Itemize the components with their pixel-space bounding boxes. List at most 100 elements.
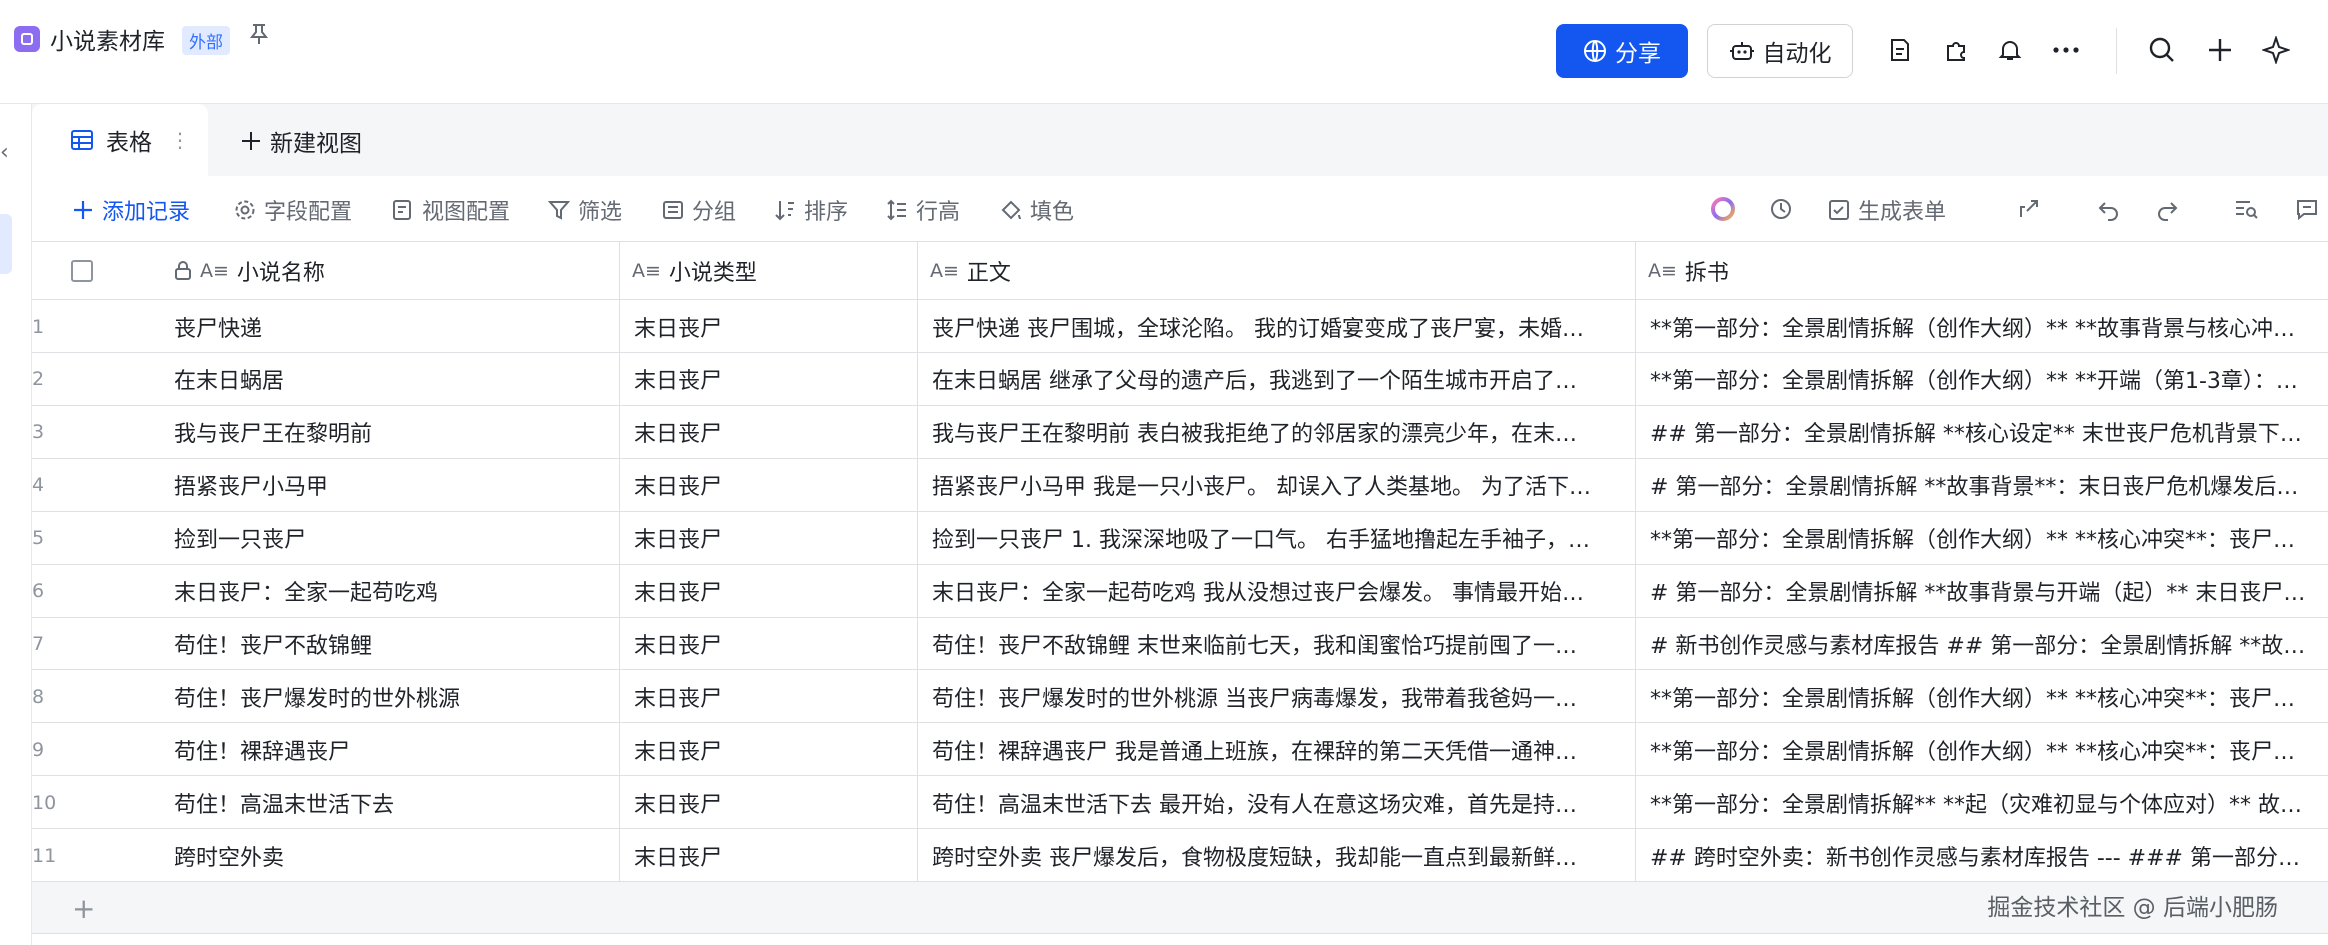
cell-body-text[interactable]: 苟住！高温末世活下去 最开始，没有人在意这场灾难，首先是持…	[918, 776, 1636, 830]
plus-icon[interactable]	[2204, 34, 2236, 66]
more-icon[interactable]	[2050, 34, 2082, 66]
cell-novel-name[interactable]: 我与丧尸王在黎明前	[132, 405, 620, 459]
table-row[interactable]: 11 跨时空外卖 末日丧尸 跨时空外卖 丧尸爆发后，食物极度短缺，我却能一直点到最新鲜…	[32, 829, 2328, 882]
cell-body-text[interactable]: 跨时空外卖 丧尸爆发后，食物极度短缺，我却能一直点到最新鲜…	[918, 829, 1636, 882]
find-icon[interactable]	[2232, 194, 2262, 224]
cell-novel-name[interactable]: 苟住！丧尸不敌锦鲤	[132, 617, 620, 671]
fill-color-button[interactable]: 填色	[1000, 194, 1074, 226]
add-row-button[interactable]: +	[32, 882, 2328, 934]
document-icon[interactable]	[1884, 34, 1916, 66]
cell-novel-type[interactable]: 末日丧尸	[620, 564, 918, 618]
cell-breakdown-text: # 第一部分：全景剧情拆解 **故事背景**：末日丧尸危机爆发后…	[1650, 475, 2299, 501]
cell-body-text[interactable]: 捂紧丧尸小马甲 我是一只小丧尸。 却误入了人类基地。 为了活下…	[918, 458, 1636, 512]
table-row[interactable]: 6 末日丧尸：全家一起苟吃鸡 末日丧尸 末日丧尸：全家一起苟吃鸡 我从没想过丧尸会爆发…	[32, 564, 2328, 618]
table-row[interactable]: 7 苟住！丧尸不敌锦鲤 末日丧尸 苟住！丧尸不敌锦鲤 末世来临前七天，我和闺蜜恰巧提前…	[32, 617, 2328, 671]
table-row[interactable]: 3 我与丧尸王在黎明前 末日丧尸 我与丧尸王在黎明前 表白被我拒绝了的邻居家的漂亮少年…	[32, 405, 2328, 459]
field-config-button[interactable]: 字段配置	[234, 194, 352, 226]
group-button[interactable]: 分组	[662, 194, 736, 226]
column-header-name[interactable]: A≡ 小说名称	[132, 242, 620, 300]
cell-novel-type[interactable]: 末日丧尸	[620, 776, 918, 830]
table-row[interactable]: 1 丧尸快递 末日丧尸 丧尸快递 丧尸围城，全球沦陷。 我的订婚宴变成了丧尸宴，未婚……	[32, 300, 2328, 353]
cell-novel-name[interactable]: 苟住！丧尸爆发时的世外桃源	[132, 670, 620, 724]
cell-body-text[interactable]: 捡到一只丧尸 1. 我深深地吸了一口气。 右手猛地撸起左手袖子，…	[918, 511, 1636, 565]
add-record-button[interactable]: 添加记录	[72, 194, 190, 226]
cell-novel-type[interactable]: 末日丧尸	[620, 352, 918, 406]
automation-button[interactable]: 自动化	[1707, 24, 1853, 78]
cell-breakdown[interactable]: # 新书创作灵感与素材库报告 ## 第一部分：全景剧情拆解 **故…	[1636, 617, 2328, 670]
search-icon[interactable]	[2146, 34, 2178, 66]
history-icon[interactable]	[1766, 194, 1796, 224]
cell-novel-type[interactable]: 末日丧尸	[620, 405, 918, 459]
table-row[interactable]: 8 苟住！丧尸爆发时的世外桃源 末日丧尸 苟住！丧尸爆发时的世外桃源 当丧尸病毒爆发，…	[32, 670, 2328, 724]
cell-novel-type[interactable]: 末日丧尸	[620, 670, 918, 724]
cell-breakdown[interactable]: **第一部分：全景剧情拆解（创作大纲）** **核心冲突**：丧尸…	[1636, 512, 2328, 565]
cell-novel-type[interactable]: 末日丧尸	[620, 829, 918, 882]
table-row[interactable]: 10 苟住！高温末世活下去 末日丧尸 苟住！高温末世活下去 最开始，没有人在意这场灾难…	[32, 776, 2328, 830]
comment-icon[interactable]	[2292, 194, 2322, 224]
cell-novel-name[interactable]: 跨时空外卖	[132, 829, 620, 882]
left-rail: ‹	[0, 104, 32, 945]
cell-novel-name[interactable]: 末日丧尸：全家一起苟吃鸡	[132, 564, 620, 618]
new-view-button[interactable]: 新建视图	[240, 124, 362, 158]
cell-novel-name[interactable]: 捂紧丧尸小马甲	[132, 458, 620, 512]
pin-icon[interactable]	[248, 22, 270, 52]
cell-breakdown[interactable]: ## 第一部分：全景剧情拆解 **核心设定** 末世丧尸危机背景下…	[1636, 406, 2328, 459]
cell-novel-type-text: 末日丧尸	[634, 739, 723, 765]
cell-body-text[interactable]: 丧尸快递 丧尸围城，全球沦陷。 我的订婚宴变成了丧尸宴，未婚…	[918, 300, 1636, 353]
cell-breakdown[interactable]: **第一部分：全景剧情拆解** **起（灾难初显与个体应对）** 故…	[1636, 776, 2328, 829]
cell-body-text[interactable]: 末日丧尸：全家一起苟吃鸡 我从没想过丧尸会爆发。 事情最开始…	[918, 564, 1636, 618]
tab-more-icon[interactable]: ⋮	[170, 128, 190, 152]
bell-icon[interactable]	[1994, 34, 2026, 66]
cell-breakdown[interactable]: # 第一部分：全景剧情拆解 **故事背景**：末日丧尸危机爆发后…	[1636, 459, 2328, 512]
cell-breakdown[interactable]: **第一部分：全景剧情拆解（创作大纲）** **开端（第1-3章）：…	[1636, 353, 2328, 406]
chevron-left-icon[interactable]: ‹	[0, 140, 9, 165]
row-height-button[interactable]: 行高	[886, 194, 960, 226]
plugin-icon[interactable]	[1940, 34, 1972, 66]
cell-breakdown[interactable]: # 第一部分：全景剧情拆解 **故事背景与开端（起）** 末日丧尸…	[1636, 565, 2328, 618]
app-title[interactable]: 小说素材库	[50, 22, 165, 56]
sort-button[interactable]: 排序	[774, 194, 848, 226]
cell-novel-type[interactable]: 末日丧尸	[620, 300, 918, 353]
ai-orb-icon[interactable]	[1708, 194, 1738, 224]
table-row[interactable]: 5 捡到一只丧尸 末日丧尸 捡到一只丧尸 1. 我深深地吸了一口气。 右手猛地撸起左手…	[32, 511, 2328, 565]
undo-icon[interactable]	[2094, 194, 2124, 224]
cell-novel-name[interactable]: 在末日蜗居	[132, 352, 620, 406]
cell-body-text-text: 捡到一只丧尸 1. 我深深地吸了一口气。 右手猛地撸起左手袖子，…	[932, 528, 1590, 554]
cell-breakdown[interactable]: **第一部分：全景剧情拆解（创作大纲）** **故事背景与核心冲…	[1636, 300, 2328, 353]
redo-icon[interactable]	[2152, 194, 2182, 224]
filter-button[interactable]: 筛选	[548, 194, 622, 226]
cell-breakdown-text: # 第一部分：全景剧情拆解 **故事背景与开端（起）** 末日丧尸…	[1650, 581, 2306, 606]
column-header-breakdown[interactable]: A≡ 拆书	[1636, 242, 2328, 300]
cell-novel-type[interactable]: 末日丧尸	[620, 458, 918, 512]
tab-grid-view[interactable]: 表格 ⋮	[32, 104, 208, 176]
filter-icon	[548, 201, 570, 220]
row-number: 7	[32, 617, 108, 670]
cell-body-text[interactable]: 我与丧尸王在黎明前 表白被我拒绝了的邻居家的漂亮少年，在末…	[918, 405, 1636, 459]
cell-breakdown[interactable]: ## 跨时空外卖：新书创作灵感与素材库报告 --- ### 第一部分：…	[1636, 829, 2328, 882]
view-config-button[interactable]: 视图配置	[392, 194, 510, 226]
table-row[interactable]: 4 捂紧丧尸小马甲 末日丧尸 捂紧丧尸小马甲 我是一只小丧尸。 却误入了人类基地。 为…	[32, 458, 2328, 512]
cell-breakdown[interactable]: **第一部分：全景剧情拆解（创作大纲）** **核心冲突**：丧尸…	[1636, 670, 2328, 723]
cell-novel-name[interactable]: 苟住！高温末世活下去	[132, 776, 620, 830]
cell-body-text[interactable]: 苟住！裸辞遇丧尸 我是普通上班族，在裸辞的第二天凭借一通神…	[918, 723, 1636, 777]
cell-novel-type[interactable]: 末日丧尸	[620, 617, 918, 671]
share-arrow-icon[interactable]	[2014, 194, 2044, 224]
cell-novel-name[interactable]: 苟住！裸辞遇丧尸	[132, 723, 620, 777]
cell-novel-name[interactable]: 丧尸快递	[132, 300, 620, 353]
generate-form-button[interactable]: 生成表单	[1828, 194, 1946, 226]
automation-label: 自动化	[1762, 41, 1832, 67]
cell-novel-type[interactable]: 末日丧尸	[620, 723, 918, 777]
table-row[interactable]: 9 苟住！裸辞遇丧尸 末日丧尸 苟住！裸辞遇丧尸 我是普通上班族，在裸辞的第二天凭借一…	[32, 723, 2328, 777]
column-header-type[interactable]: A≡ 小说类型	[620, 242, 918, 300]
cell-body-text[interactable]: 在末日蜗居 继承了父母的遗产后，我逃到了一个陌生城市开启了…	[918, 352, 1636, 406]
sparkle-icon[interactable]	[2260, 34, 2292, 66]
cell-novel-name[interactable]: 捡到一只丧尸	[132, 511, 620, 565]
column-header-body[interactable]: A≡ 正文	[918, 242, 1636, 300]
cell-breakdown[interactable]: **第一部分：全景剧情拆解（创作大纲）** **核心冲突**：丧尸…	[1636, 723, 2328, 776]
cell-body-text[interactable]: 苟住！丧尸不敌锦鲤 末世来临前七天，我和闺蜜恰巧提前囤了一…	[918, 617, 1636, 671]
share-button[interactable]: 分享	[1556, 24, 1688, 78]
cell-body-text[interactable]: 苟住！丧尸爆发时的世外桃源 当丧尸病毒爆发，我带着我爸妈一…	[918, 670, 1636, 724]
select-all-checkbox[interactable]	[32, 242, 132, 300]
table-row[interactable]: 2 在末日蜗居 末日丧尸 在末日蜗居 继承了父母的遗产后，我逃到了一个陌生城市开启了……	[32, 352, 2328, 406]
cell-novel-type[interactable]: 末日丧尸	[620, 511, 918, 565]
